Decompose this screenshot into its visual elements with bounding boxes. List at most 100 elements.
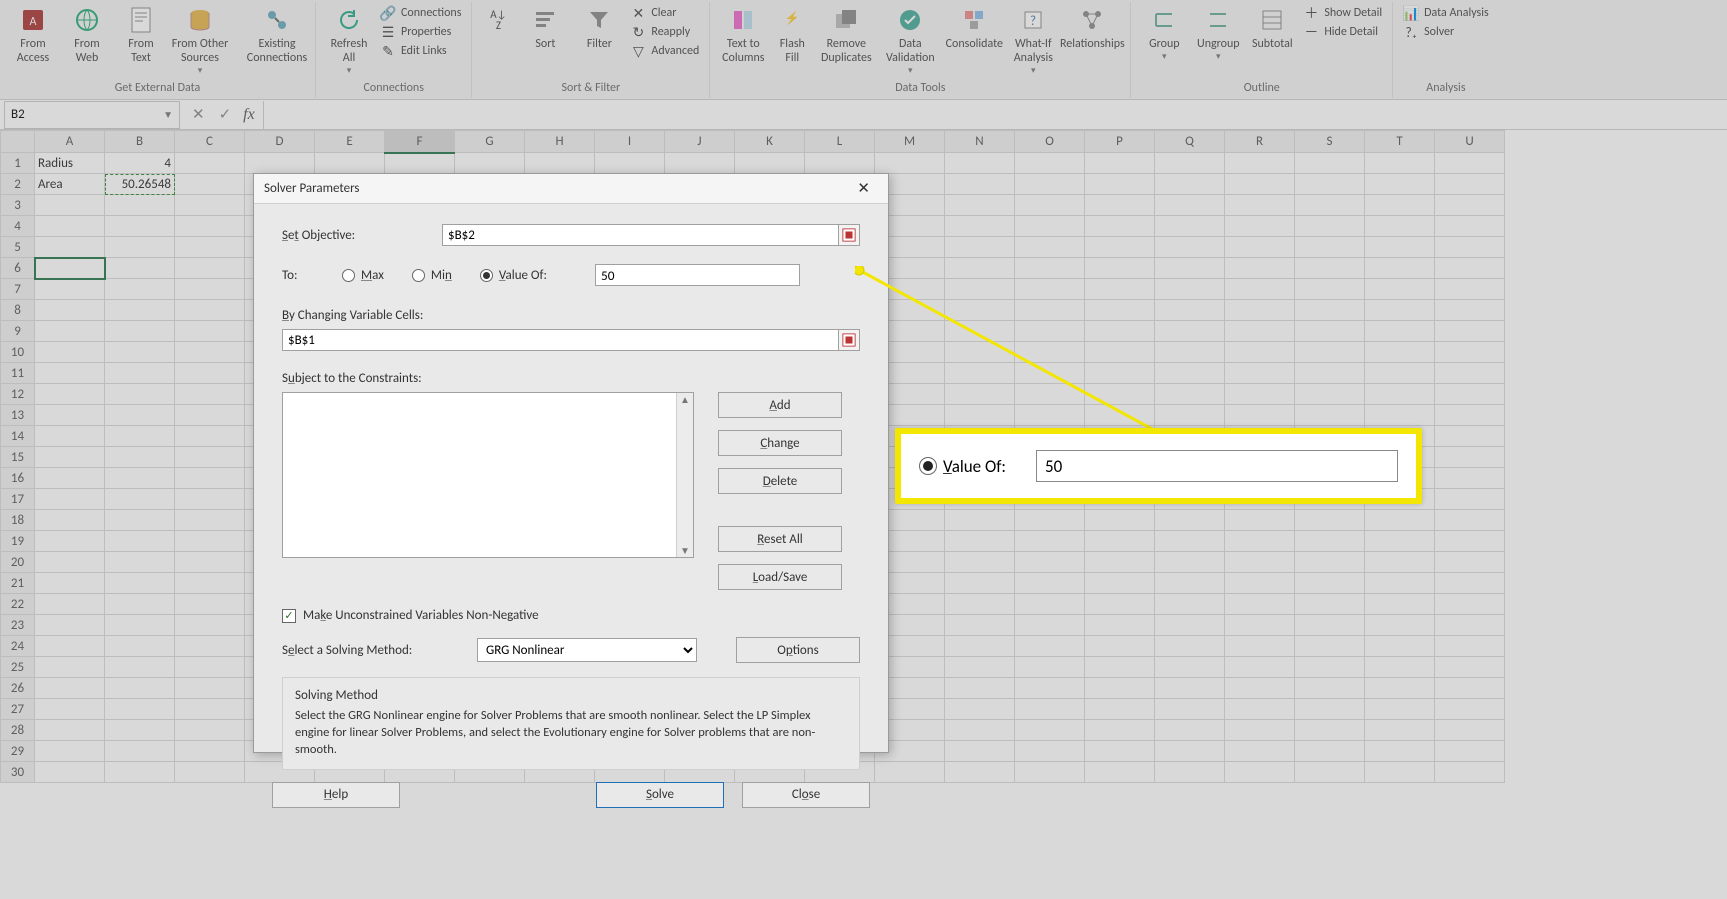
cell[interactable] [175,342,245,363]
cell[interactable] [105,720,175,741]
cell[interactable] [35,363,105,384]
row-header[interactable]: 11 [1,363,35,384]
row-header[interactable]: 7 [1,279,35,300]
cell[interactable] [945,699,1015,720]
cell[interactable] [945,657,1015,678]
cell[interactable] [175,573,245,594]
cell[interactable] [175,636,245,657]
existing-connections-button[interactable]: ExistingConnections [245,2,309,66]
cell[interactable] [1085,762,1155,783]
cell[interactable] [105,741,175,762]
cell[interactable] [1225,279,1295,300]
cell[interactable] [35,405,105,426]
edit-links-button[interactable]: ✎Edit Links [380,43,461,59]
cell[interactable] [945,762,1015,783]
cell[interactable] [1155,174,1225,195]
nonneg-checkbox[interactable]: ✓Make Unconstrained Variables Non-Negati… [282,608,860,623]
cell[interactable] [35,384,105,405]
cell[interactable] [1225,636,1295,657]
cell[interactable] [1155,279,1225,300]
cell[interactable] [175,678,245,699]
cell[interactable] [175,699,245,720]
row-header[interactable]: 25 [1,657,35,678]
show-detail-button[interactable]: ＋Show Detail [1303,5,1382,21]
column-header[interactable]: G [455,131,525,153]
cell[interactable] [945,678,1015,699]
cell[interactable] [1295,195,1365,216]
cell[interactable] [1225,720,1295,741]
cell[interactable] [1155,720,1225,741]
cell[interactable] [1085,552,1155,573]
cell[interactable] [1435,741,1505,762]
cell[interactable] [1435,657,1505,678]
cell[interactable] [1295,573,1365,594]
column-header[interactable]: E [315,131,385,153]
row-header[interactable]: 30 [1,762,35,783]
cell[interactable] [1295,594,1365,615]
cell[interactable] [1085,321,1155,342]
cell[interactable] [1225,321,1295,342]
from-other-sources-button[interactable]: From OtherSources▾ [168,2,232,76]
row-header[interactable]: 1 [1,153,35,174]
cell[interactable] [1365,615,1435,636]
change-button[interactable]: Change [718,430,842,456]
cell[interactable] [1295,699,1365,720]
cell[interactable] [105,300,175,321]
relationships-button[interactable]: Relationships [1060,2,1124,52]
row-header[interactable]: 6 [1,258,35,279]
cell[interactable] [1225,678,1295,699]
cell[interactable] [1295,174,1365,195]
close-icon[interactable]: ✕ [849,177,878,200]
cell[interactable] [1155,531,1225,552]
cell[interactable] [175,510,245,531]
cell[interactable] [1435,237,1505,258]
cell[interactable] [1155,762,1225,783]
cell[interactable] [1295,531,1365,552]
cell[interactable] [1015,573,1085,594]
cell[interactable] [105,468,175,489]
advanced-filter-button[interactable]: ▽Advanced [630,43,699,59]
cell[interactable] [105,258,175,279]
cell[interactable] [1435,573,1505,594]
cell[interactable] [1225,405,1295,426]
row-header[interactable]: 21 [1,573,35,594]
cell[interactable] [175,762,245,783]
cell[interactable] [1155,657,1225,678]
cell[interactable] [35,489,105,510]
cell[interactable] [1365,279,1435,300]
radio-max[interactable]: Max [342,268,384,283]
cell[interactable] [35,258,105,279]
cell[interactable] [1435,279,1505,300]
column-header[interactable]: P [1085,131,1155,153]
cell[interactable] [1085,573,1155,594]
column-header[interactable]: I [595,131,665,153]
cell[interactable] [1365,174,1435,195]
cell[interactable] [1225,762,1295,783]
cell[interactable] [175,195,245,216]
cell[interactable] [455,153,525,174]
cell[interactable] [1435,699,1505,720]
cell[interactable] [1295,153,1365,174]
cell[interactable] [1015,720,1085,741]
callout-radio-value-of[interactable]: Value Of: [919,456,1006,477]
reapply-button[interactable]: ↻Reapply [630,24,699,40]
cell[interactable] [35,636,105,657]
cell[interactable] [1295,216,1365,237]
cell[interactable] [35,762,105,783]
cell[interactable] [1435,468,1505,489]
cell[interactable] [1155,615,1225,636]
cell[interactable] [1085,720,1155,741]
cell[interactable] [35,657,105,678]
cell[interactable] [175,657,245,678]
set-objective-input[interactable] [442,224,839,246]
cell[interactable] [1435,636,1505,657]
filter-button[interactable]: Filter [572,2,626,52]
cell[interactable] [175,174,245,195]
cell[interactable] [1365,573,1435,594]
row-header[interactable]: 13 [1,405,35,426]
cell[interactable] [175,237,245,258]
cell[interactable] [175,384,245,405]
cell[interactable] [175,321,245,342]
cell[interactable] [1365,237,1435,258]
cell[interactable] [875,153,945,174]
